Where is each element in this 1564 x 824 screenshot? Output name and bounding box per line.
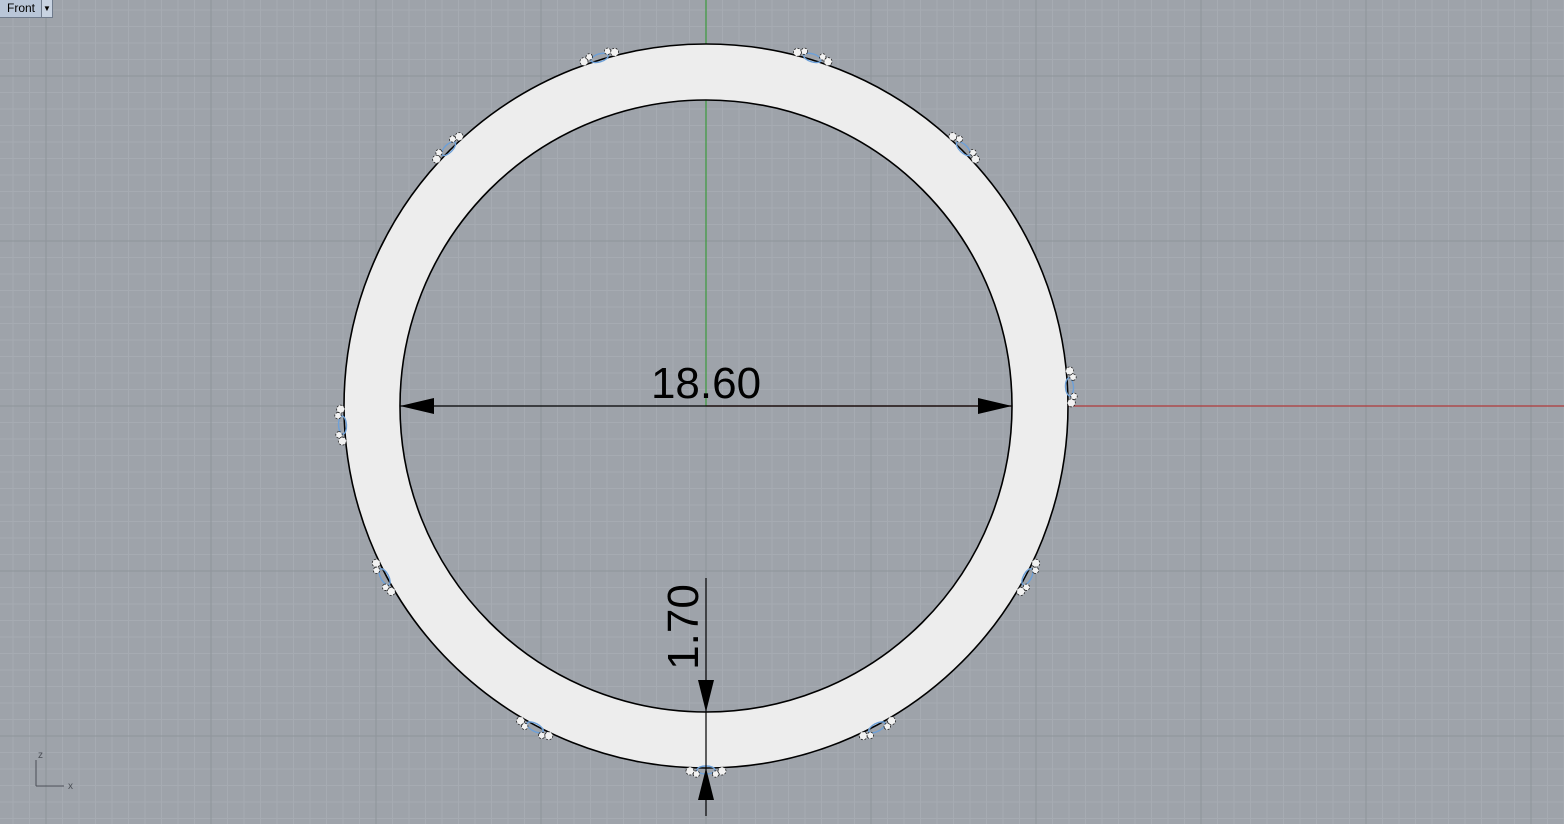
prong	[685, 766, 695, 776]
diameter-arrow-left	[400, 398, 434, 414]
viewport-title-tab[interactable]: Front ▼	[0, 0, 54, 18]
thickness-arrow-top	[698, 680, 714, 712]
axis-widget-x-label: x	[68, 781, 73, 792]
thickness-dimension-text: 1.70	[659, 584, 708, 670]
front-viewport[interactable]: 18.60 1.70 z x Front ▼	[0, 0, 1564, 824]
axis-widget-z-label: z	[38, 750, 43, 761]
prong	[712, 770, 720, 778]
prong	[603, 47, 612, 55]
prong	[334, 412, 342, 420]
thickness-dimension[interactable]: 1.70	[659, 578, 714, 816]
diameter-arrow-right	[978, 398, 1012, 414]
caret-down-icon[interactable]: ▼	[41, 0, 53, 17]
prong	[692, 770, 700, 778]
diameter-dimension-text: 18.60	[651, 359, 761, 408]
grid-minor-lines	[0, 0, 1564, 824]
viewport-canvas[interactable]: 18.60 1.70 z x	[0, 0, 1564, 824]
viewport-title[interactable]: Front	[0, 0, 41, 17]
prong	[1070, 392, 1078, 400]
axis-widget: z x	[35, 750, 73, 792]
prong	[800, 47, 809, 55]
grid-major-lines	[0, 0, 1564, 824]
prong	[717, 766, 727, 776]
